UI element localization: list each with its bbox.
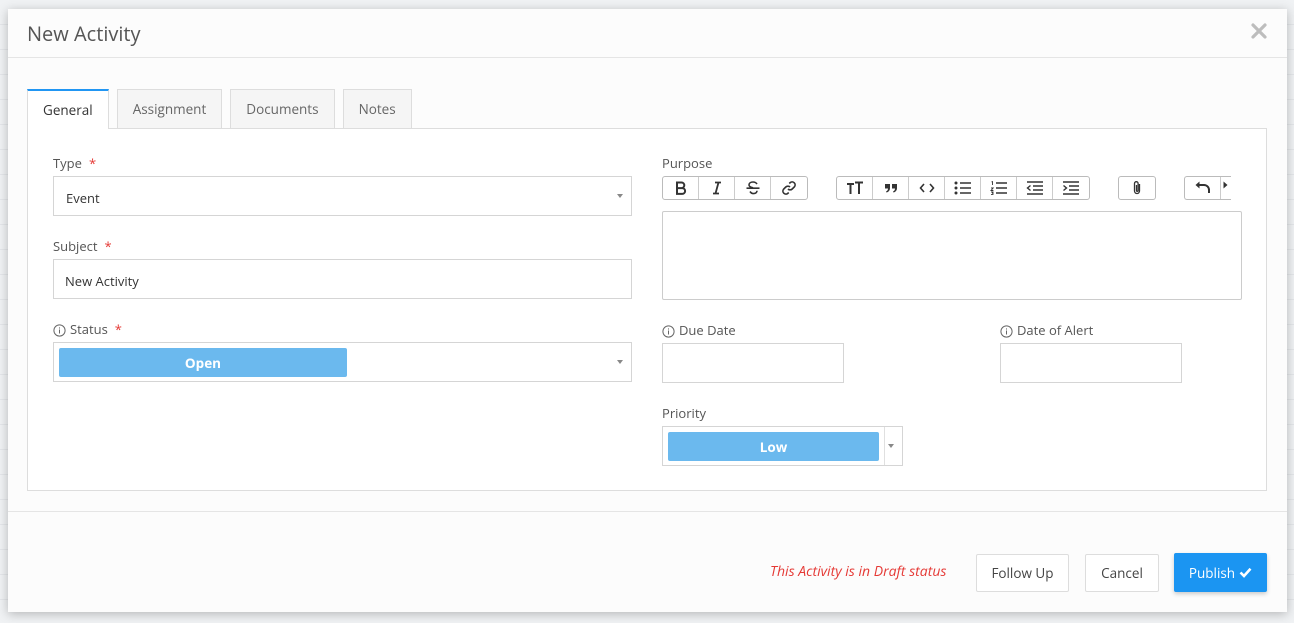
draft-status-message: This Activity is in Draft status — [770, 562, 947, 581]
due-date-input[interactable] — [662, 343, 844, 383]
toolbar-group-block — [836, 176, 1090, 200]
subject-label: Subject * — [53, 237, 112, 255]
redo-icon[interactable] — [1221, 177, 1231, 199]
heading-icon[interactable] — [837, 177, 873, 199]
modal-footer: This Activity is in Draft status Follow … — [8, 511, 1287, 612]
priority-select[interactable]: Low — [662, 426, 903, 466]
modal-body: General Assignment Documents Notes Type *… — [8, 58, 1287, 511]
chevron-down-icon — [617, 194, 623, 198]
italic-icon[interactable] — [699, 177, 735, 199]
attach-icon[interactable] — [1119, 177, 1155, 199]
status-select[interactable]: Open — [53, 342, 632, 382]
info-icon[interactable] — [53, 323, 66, 337]
priority-label: Priority — [662, 404, 706, 422]
toolbar-group-attach — [1118, 176, 1156, 200]
purpose-label: Purpose — [662, 154, 713, 172]
purpose-editor[interactable] — [662, 211, 1242, 300]
general-tab-panel: Type * Event Subject * New Activity Status… — [27, 128, 1267, 491]
type-label: Type * — [53, 154, 97, 172]
indent-icon[interactable] — [1053, 177, 1089, 199]
select-divider — [884, 427, 885, 465]
toolbar-group-history — [1184, 176, 1231, 200]
close-icon[interactable] — [1250, 22, 1268, 40]
status-pill: Open — [59, 348, 347, 377]
tab-documents[interactable]: Documents — [230, 89, 335, 128]
toolbar-group-text — [662, 176, 808, 200]
undo-icon[interactable] — [1185, 177, 1221, 199]
check-icon — [1239, 567, 1252, 578]
tab-notes[interactable]: Notes — [342, 89, 412, 128]
chevron-down-icon — [888, 444, 894, 448]
strikethrough-icon[interactable] — [735, 177, 771, 199]
required-mark: * — [88, 154, 97, 172]
new-activity-modal: New Activity General Assignment Document… — [8, 9, 1287, 612]
info-icon[interactable] — [1000, 324, 1013, 338]
required-mark: * — [104, 237, 112, 255]
subject-input[interactable]: New Activity — [53, 259, 632, 299]
priority-pill: Low — [668, 432, 879, 461]
editor-toolbar — [662, 176, 1231, 200]
numbered-list-icon[interactable] — [981, 177, 1017, 199]
subject-value: New Activity — [65, 272, 139, 290]
tab-assignment[interactable]: Assignment — [116, 89, 223, 128]
outdent-icon[interactable] — [1017, 177, 1053, 199]
follow-up-button[interactable]: Follow Up — [976, 554, 1069, 592]
type-value: Event — [66, 189, 100, 207]
required-mark: * — [114, 320, 122, 338]
cancel-button[interactable]: Cancel — [1085, 554, 1159, 592]
modal-header: New Activity — [8, 9, 1287, 58]
code-icon[interactable] — [909, 177, 945, 199]
publish-button[interactable]: Publish — [1174, 553, 1267, 592]
quote-icon[interactable] — [873, 177, 909, 199]
date-of-alert-input[interactable] — [1000, 343, 1182, 383]
date-of-alert-label: Date of Alert — [1000, 321, 1093, 339]
due-date-label: Due Date — [662, 321, 736, 339]
bold-icon[interactable] — [663, 177, 699, 199]
link-icon[interactable] — [771, 177, 807, 199]
tab-general[interactable]: General — [27, 89, 109, 129]
bullet-list-icon[interactable] — [945, 177, 981, 199]
type-select[interactable]: Event — [53, 176, 632, 216]
chevron-down-icon — [617, 360, 623, 364]
modal-title: New Activity — [27, 20, 141, 47]
status-label: Status * — [53, 320, 122, 338]
tab-bar: General Assignment Documents Notes — [27, 89, 420, 129]
info-icon[interactable] — [662, 324, 675, 338]
publish-label: Publish — [1188, 563, 1236, 582]
